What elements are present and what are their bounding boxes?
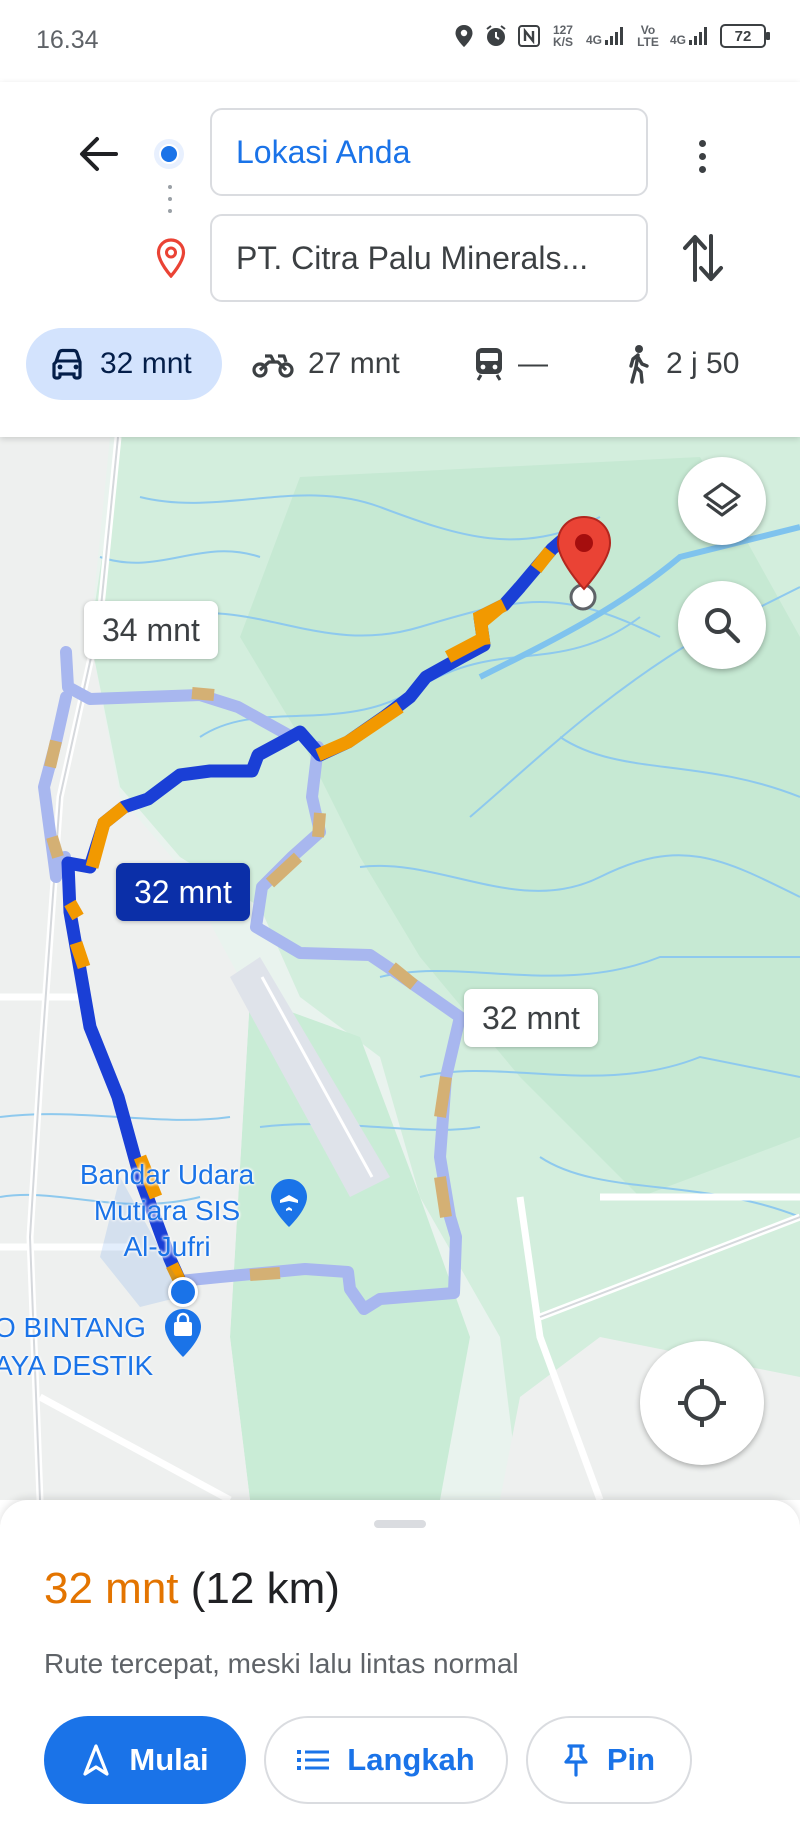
list-icon (297, 1750, 330, 1770)
origin-dot-icon (154, 139, 184, 169)
travel-mode-tabs: 32 mnt 27 mnt — 2 j 50 (26, 328, 786, 404)
route-summary-sheet[interactable]: 32 mnt (12 km) Rute tercepat, meski lalu… (0, 1500, 800, 1822)
crosshair-icon (678, 1379, 726, 1427)
pin-icon (564, 1744, 588, 1777)
destination-marker-icon[interactable] (552, 513, 616, 613)
tab-walk[interactable]: 2 j 50 (622, 328, 739, 400)
airport-icon (271, 1179, 307, 1227)
swap-icon[interactable] (680, 230, 726, 286)
tab-transit-label: — (518, 347, 548, 380)
alarm-icon (486, 25, 506, 46)
sheet-drag-handle[interactable] (374, 1520, 426, 1528)
alt-route-time-right[interactable]: 32 mnt (464, 989, 598, 1047)
steps-label: Langkah (347, 1742, 475, 1777)
layers-icon (703, 482, 741, 517)
route-duration: 32 mnt (44, 1564, 179, 1613)
battery-icon: 72 (720, 24, 770, 48)
tab-drive-label: 32 mnt (100, 347, 192, 380)
arrow-back-icon (80, 137, 118, 171)
walk-icon (629, 345, 649, 384)
layers-button[interactable] (678, 457, 766, 545)
poi-label-line2: AYA DESTIK (0, 1350, 154, 1381)
my-location-button[interactable] (640, 1341, 764, 1465)
tab-motorcycle-label: 27 mnt (308, 347, 400, 380)
pin-button[interactable]: Pin (526, 1716, 692, 1804)
status-bar: 16.34 127 K/S 4G Vo LTE 4G 72 (0, 0, 800, 82)
airport-label: Bandar Udara Mutiara SIS Al-Jufri (79, 1159, 255, 1262)
start-navigation-button[interactable]: Mulai (44, 1716, 246, 1804)
directions-header: Lokasi Anda PT. Citra Palu Minerals... 3… (0, 82, 800, 437)
route-distance: (12 km) (190, 1564, 340, 1613)
steps-button[interactable]: Langkah (264, 1716, 508, 1804)
search-icon (705, 608, 741, 644)
more-options-button[interactable] (690, 126, 714, 186)
pin-label: Pin (606, 1742, 656, 1777)
signal-bars-icon (604, 27, 623, 45)
poi-label-line1: O BINTANG (0, 1312, 146, 1343)
status-time: 16.34 (36, 26, 99, 54)
tab-walk-label: 2 j 50 (666, 347, 740, 380)
selected-route-time[interactable]: 32 mnt (116, 863, 250, 921)
tab-transit[interactable]: — (474, 328, 548, 400)
net-speed: 127 K/S (552, 23, 573, 49)
search-along-route-button[interactable] (678, 581, 766, 669)
signal-1: 4G (586, 26, 626, 46)
route-summary: 32 mnt (12 km) (44, 1564, 340, 1614)
route-description: Rute tercepat, meski lalu lintas normal (44, 1648, 519, 1679)
signal-2: 4G (670, 26, 710, 46)
volte-badge: Vo LTE (637, 23, 659, 49)
alt-route-time-left[interactable]: 34 mnt (84, 601, 218, 659)
navigation-arrow-icon (83, 1744, 109, 1776)
motorcycle-icon (252, 354, 294, 378)
nfc-icon (517, 25, 540, 47)
current-location-marker (168, 1277, 198, 1307)
shopping-bag-icon (165, 1309, 201, 1357)
location-icon (455, 25, 473, 47)
back-button[interactable] (72, 128, 124, 180)
destination-input[interactable]: PT. Citra Palu Minerals... (210, 214, 648, 302)
tab-motorcycle[interactable]: 27 mnt (252, 328, 400, 400)
origin-input[interactable]: Lokasi Anda (210, 108, 648, 196)
signal-bars-icon (689, 27, 707, 45)
destination-pin-icon (156, 238, 186, 278)
car-icon (52, 348, 82, 380)
route-connector-dots (168, 185, 172, 221)
transit-icon (476, 348, 502, 381)
map-view[interactable]: Bandar Udara Mutiara SIS Al-Jufri O BINT… (0, 437, 800, 1500)
start-navigation-label: Mulai (129, 1742, 209, 1777)
tab-drive[interactable]: 32 mnt (26, 328, 222, 400)
status-icons: 127 K/S 4G Vo LTE 4G 72 (454, 23, 770, 49)
